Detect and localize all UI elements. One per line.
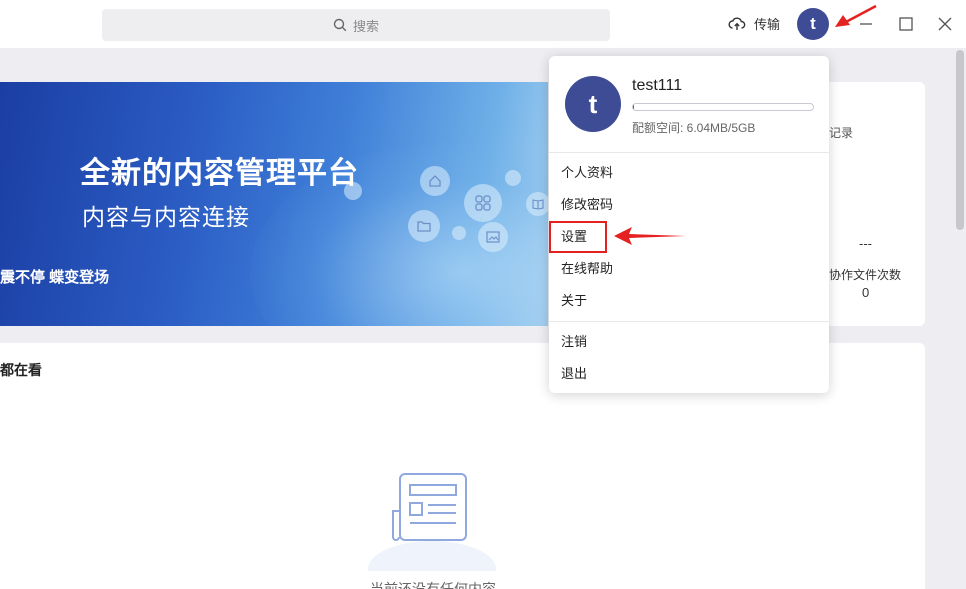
stats-card: 记录 --- 协作文件次数 0: [829, 82, 925, 326]
annotation-arrow-avatar: [835, 4, 877, 27]
empty-state-text: 当前还没有任何内容: [370, 581, 496, 589]
banner-title: 全新的内容管理平台: [80, 157, 359, 190]
menu-divider: [549, 321, 829, 322]
menu-item-profile[interactable]: 个人资料: [561, 164, 613, 182]
menu-item-help[interactable]: 在线帮助: [561, 260, 613, 278]
folder-icon: [408, 210, 440, 242]
banner-tagline: 震不停 蝶变登场: [0, 269, 110, 286]
image-icon: [478, 222, 508, 252]
cloud-upload-icon: [728, 17, 746, 30]
home-icon: [420, 166, 450, 196]
menu-item-change-password[interactable]: 修改密码: [561, 196, 613, 214]
promo-banner[interactable]: 全新的内容管理平台 内容与内容连接 震不停 蝶变登场: [0, 82, 548, 326]
user-avatar-button[interactable]: t: [797, 8, 829, 40]
transfer-label: 传输: [754, 17, 781, 32]
menu-item-about[interactable]: 关于: [561, 292, 587, 310]
close-icon: [938, 17, 952, 31]
menu-avatar: t: [565, 76, 621, 132]
quota-progress-bar: [632, 103, 814, 111]
maximize-icon: [899, 17, 913, 31]
stats-dash-value: ---: [859, 236, 872, 251]
title-bar: 搜索 传输 t: [0, 0, 966, 48]
stats-work-value: 0: [862, 285, 870, 300]
quota-progress-fill: [633, 104, 635, 110]
banner-subtitle: 内容与内容连接: [82, 204, 250, 230]
user-menu: t test111 配额空间: 6.04MB/5GB 个人资料 修改密码 设置 …: [549, 56, 829, 393]
stats-record-label: 记录: [829, 126, 854, 140]
decor-dot: [452, 226, 466, 240]
menu-username: test111: [632, 77, 683, 94]
menu-divider: [549, 152, 829, 153]
search-placeholder: 搜索: [352, 18, 379, 34]
book-icon: [526, 192, 548, 216]
empty-document-icon: [368, 473, 496, 571]
search-input[interactable]: 搜索: [102, 9, 610, 41]
maximize-button[interactable]: [894, 12, 918, 36]
decor-dot: [505, 170, 521, 186]
transfer-button[interactable]: 传输: [728, 14, 780, 33]
section-title: 都在看: [0, 362, 42, 378]
annotation-arrow-settings: [614, 227, 686, 245]
close-button[interactable]: [933, 12, 957, 36]
search-icon: [333, 18, 347, 32]
quota-text: 配额空间: 6.04MB/5GB: [632, 121, 756, 135]
scrollbar[interactable]: [956, 50, 964, 230]
menu-item-exit[interactable]: 退出: [561, 365, 587, 383]
stats-work-label: 协作文件次数: [829, 268, 902, 282]
grid-apps-icon: [464, 184, 502, 222]
menu-item-settings[interactable]: 设置: [561, 228, 587, 246]
menu-item-logout[interactable]: 注销: [561, 333, 587, 351]
